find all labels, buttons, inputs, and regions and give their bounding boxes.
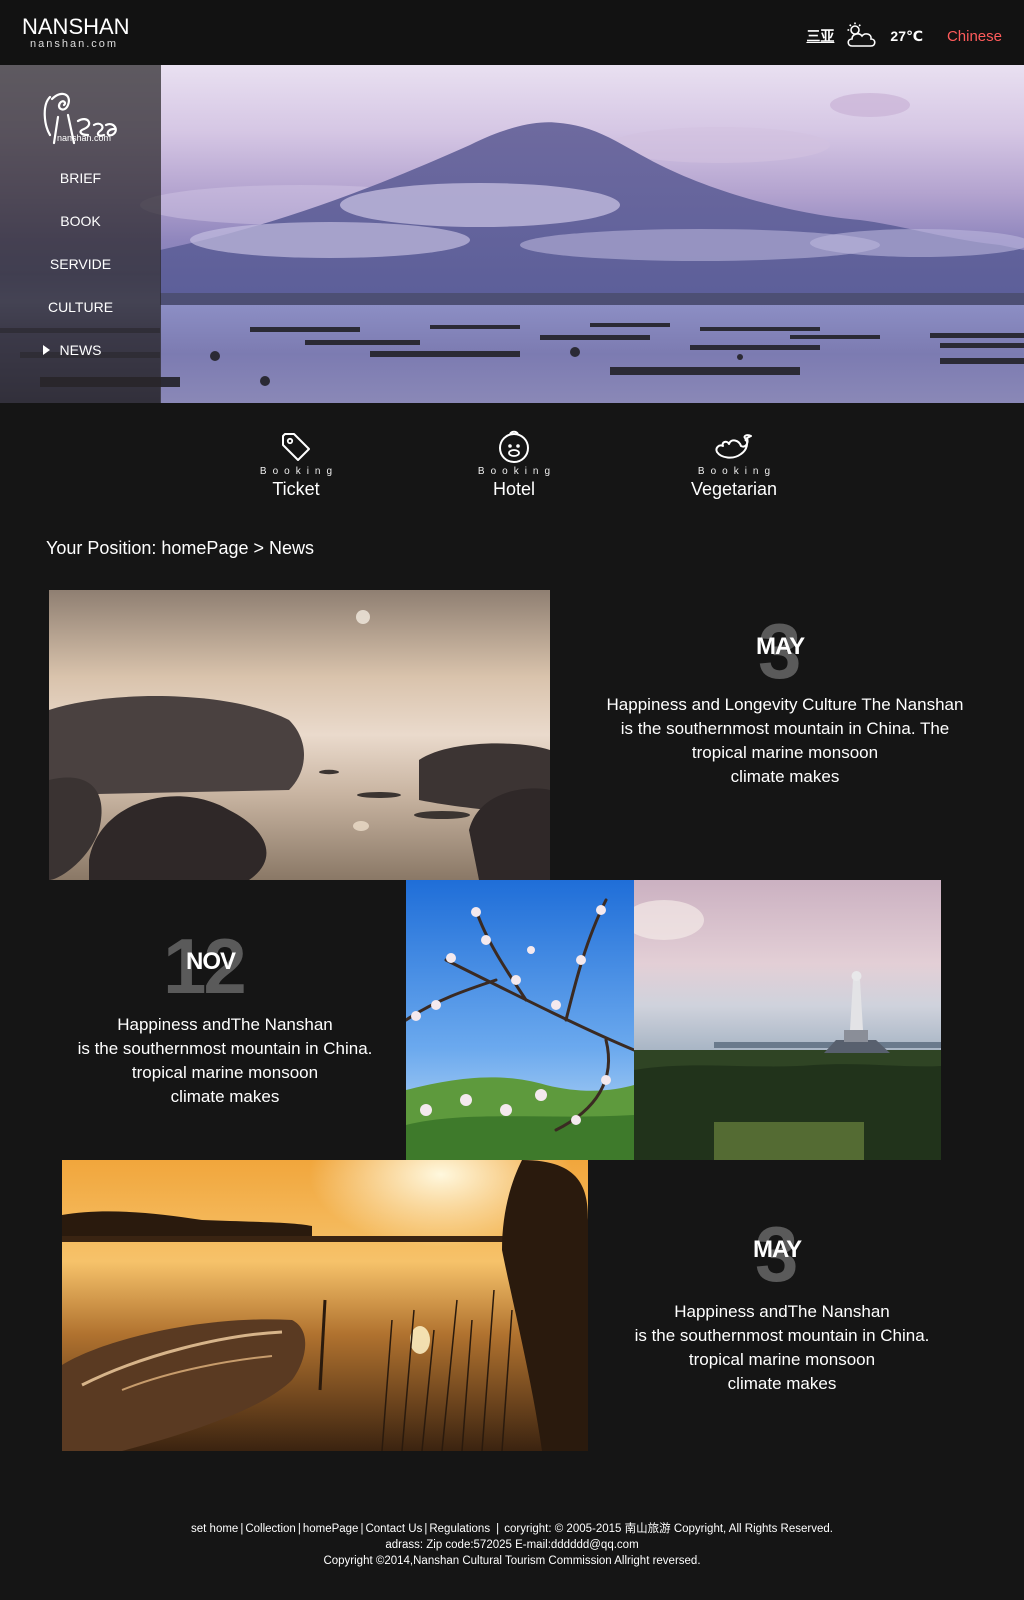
temperature-label: 27℃ <box>890 27 923 44</box>
partly-cloudy-icon <box>847 22 876 47</box>
site-logo[interactable]: NANSHAN nanshan.com <box>22 14 152 51</box>
booking-ticket-label: Ticket <box>272 479 320 499</box>
booking-small-label: Booking <box>477 466 557 477</box>
side-logo-text: nanshan.com <box>57 133 112 143</box>
news-summary[interactable]: Happiness andThe Nanshan is the southern… <box>30 1013 420 1109</box>
nav-item-culture[interactable]: CULTURE <box>0 286 161 329</box>
nav-item-label: BOOK <box>60 213 101 229</box>
news-text-line: climate makes <box>730 767 840 786</box>
booking-hotel-label: Hotel <box>492 479 536 499</box>
news-text-line: is the southernmost mountain in China. <box>634 1326 930 1345</box>
news-text-line: is the southernmost mountain in China. <box>77 1039 373 1058</box>
news-photo-blossoms[interactable] <box>406 880 634 1160</box>
tag-icon <box>282 433 310 461</box>
news-text-line: tropical marine monsoon <box>688 1350 876 1369</box>
news-text-line: Happiness and Longevity Culture The Nans… <box>606 695 964 714</box>
booking-small-label: Booking <box>697 466 777 477</box>
breadcrumb: Your Position: homePage > News <box>46 538 314 558</box>
booking-small-label: Booking <box>259 466 339 477</box>
news-photo-boat-sunset[interactable] <box>62 1160 588 1451</box>
news-summary[interactable]: Happiness andThe Nanshan is the southern… <box>587 1300 977 1396</box>
news-text-line: climate makes <box>170 1087 280 1106</box>
booking-ticket-button[interactable]: Booking Ticket <box>236 430 356 500</box>
active-arrow-icon <box>43 345 50 355</box>
bird-icon <box>715 434 752 459</box>
nav-item-label: CULTURE <box>47 299 114 315</box>
logo-sub-text: nanshan.com <box>30 38 119 50</box>
page-footer: set home | Collection | homePage | Contact Us |… <box>0 1521 1024 1569</box>
footer-bottom-copyright: Copyright ©2014,Nanshan Cultural Tourism… <box>323 1555 701 1567</box>
news-text-line: tropical marine monsoon <box>691 743 879 762</box>
side-navigation: nanshan.com BRIEF BOOK SERVIDE CULTURE N… <box>0 65 161 403</box>
news-photo-rocks[interactable] <box>49 590 550 880</box>
news-text-line: Happiness andThe Nanshan <box>117 1015 333 1034</box>
booking-vegetarian-label: Vegetarian <box>690 479 778 499</box>
language-switch[interactable]: Chinese <box>947 28 1002 45</box>
city-label[interactable]: 三亚 <box>806 26 834 46</box>
nav-item-label: BRIEF <box>59 170 102 186</box>
logo-main-text: NANSHAN <box>22 14 130 39</box>
nav-item-book[interactable]: BOOK <box>0 200 161 243</box>
news-photo-guanyin-statue[interactable] <box>634 880 941 1160</box>
nav-item-brief[interactable]: BRIEF <box>0 157 161 200</box>
footer-link-set-home[interactable]: set home <box>191 1523 238 1535</box>
nav-item-label: SERVIDE <box>49 256 112 272</box>
footer-address: adrass: Zip code:572025 E-mail:dddddd@qq… <box>385 1539 639 1551</box>
footer-separator: | <box>496 1523 500 1535</box>
header-info: 三亚 27℃ Chinese <box>806 22 1002 50</box>
news-text-line: climate makes <box>727 1374 837 1393</box>
news-summary[interactable]: Happiness and Longevity Culture The Nans… <box>590 693 980 789</box>
news-month-label: MAY <box>756 633 805 660</box>
footer-copyright: coryright: © 2005-2015 南山旅游 Copyright, A… <box>504 1523 833 1535</box>
news-text-line: Happiness andThe Nanshan <box>674 1302 890 1321</box>
nav-item-service[interactable]: SERVIDE <box>0 243 161 286</box>
news-month-label: MAY <box>753 1236 802 1263</box>
top-header: NANSHAN nanshan.com 三亚 27℃ Chinese <box>0 0 1024 65</box>
booking-hotel-button[interactable]: Booking Hotel <box>454 430 574 500</box>
nav-item-news[interactable]: NEWS <box>0 329 161 372</box>
footer-link-homepage[interactable]: homePage <box>303 1523 359 1535</box>
booking-vegetarian-button[interactable]: Booking Vegetarian <box>674 430 794 500</box>
footer-link-collection[interactable]: Collection <box>245 1523 296 1535</box>
nav-item-label: NEWS <box>59 342 102 358</box>
nav-menu: BRIEF BOOK SERVIDE CULTURE NEWS <box>0 157 161 372</box>
footer-links-row: set home | Collection | homePage | Contact Us |… <box>0 1521 1024 1537</box>
news-text-line: tropical marine monsoon <box>131 1063 319 1082</box>
news-month-label: NOV <box>186 948 236 975</box>
news-text-line: is the southernmost mountain in China. T… <box>620 719 950 738</box>
hotel-mascot-icon <box>499 430 529 463</box>
footer-separator: | <box>297 1523 301 1535</box>
footer-link-contact-us[interactable]: Contact Us <box>365 1523 422 1535</box>
footer-link-regulations[interactable]: Regulations <box>429 1523 490 1535</box>
